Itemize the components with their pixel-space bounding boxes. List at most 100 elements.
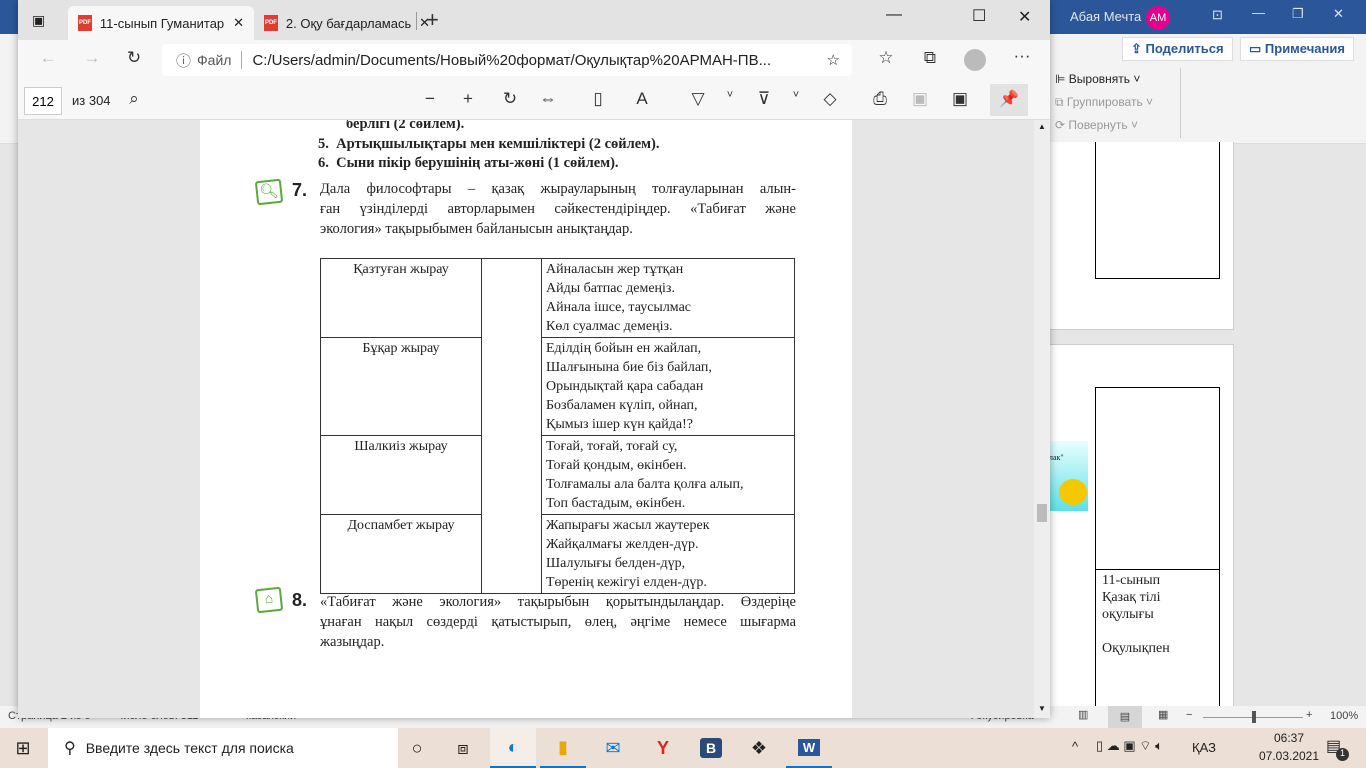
search-icon[interactable]: ⌕ — [122, 89, 146, 109]
text-line: 6. Сыни пікір берушінің аты-жөні (1 сөйл… — [318, 155, 619, 171]
word-minimize-button[interactable]: — — [1252, 5, 1265, 20]
yandex-icon[interactable]: Y — [640, 728, 686, 768]
group-button[interactable]: ⧉ Группировать ˅ — [1055, 95, 1153, 110]
verse-line: Толғамалы ала балта қолға алып, — [546, 477, 744, 492]
back-icon[interactable]: ← — [36, 48, 60, 68]
rotate-icon[interactable]: ↻ — [498, 89, 522, 109]
pdf-icon: PDF — [78, 15, 92, 31]
address-row: ← → ↻ ⓘ Файл C:/Users/admin/Documents/Но… — [18, 40, 1050, 80]
table-row: Шалкиіз жырау Тоғай, тоғай, тоғай су, Тоғ… — [320, 435, 795, 515]
table-row: Доспамбет жырау Жапырағы жасыл жаутерек Ж… — [320, 514, 795, 594]
page-view-icon[interactable]: ▯ — [586, 89, 610, 109]
text-line: «Табиғат және экология» тақырыбын қорыты… — [320, 594, 796, 610]
verse-cell: Айналасын жер тұтқан Айды батпас демеңіз.… — [541, 258, 795, 338]
system-tray-icons[interactable]: ▯ ☁ ▣ ⌔ 🔈︎ — [1096, 738, 1163, 754]
file-explorer-icon[interactable]: ▮ — [540, 728, 586, 768]
table-cell — [1095, 387, 1220, 571]
pin-toolbar-icon[interactable]: 📌 — [990, 84, 1028, 116]
tab-divider — [416, 12, 417, 30]
text-line: 5. Артықшылықтары мен кемшіліктері (2 сө… — [318, 136, 660, 152]
save-as-icon[interactable]: ▣ — [948, 89, 972, 109]
show-hidden-icons[interactable]: ^ — [1072, 739, 1078, 754]
save-icon[interactable]: ▣ — [908, 89, 932, 109]
fit-width-icon[interactable]: ⇔ — [536, 89, 560, 109]
minimize-button[interactable]: — — [886, 6, 902, 24]
maximize-button[interactable]: ☐ — [972, 6, 986, 26]
forward-icon[interactable]: → — [80, 48, 104, 68]
vk-app-icon[interactable]: B — [688, 728, 734, 768]
task-view-icon[interactable]: ⧈ — [440, 728, 486, 768]
tab-inactive[interactable]: PDF 2. Оқу бағдарламасы_ Қазақ тіл ✕ — [254, 6, 440, 40]
zoom-level[interactable]: 100% — [1330, 710, 1358, 722]
info-icon[interactable]: ⓘ — [176, 50, 191, 71]
highlight-dropdown-icon[interactable]: ˅ — [784, 89, 808, 101]
clock-time[interactable]: 06:37 — [1264, 731, 1314, 745]
zoom-out-button[interactable]: − — [1186, 709, 1192, 721]
scroll-down-icon[interactable]: ▼ — [1038, 704, 1046, 713]
author-cell: Шалкиіз жырау — [320, 435, 482, 515]
dropbox-icon[interactable]: ❖ — [736, 728, 782, 768]
web-layout-icon[interactable]: ▦ — [1158, 708, 1168, 721]
scrollbar[interactable]: ▲ ▼ — [1034, 120, 1050, 718]
profile-icon[interactable] — [964, 49, 986, 71]
ribbon-display-icon[interactable]: ⊡ — [1212, 7, 1223, 23]
verse-line: Топ бастадым, өкінбен. — [546, 496, 686, 511]
zoom-slider-thumb[interactable] — [1252, 711, 1256, 723]
zoom-in-button[interactable]: + — [1306, 709, 1312, 721]
word-taskbar-icon[interactable]: W — [786, 728, 832, 768]
text-line: жазыңдар. — [320, 634, 385, 650]
close-tab-icon[interactable]: ✕ — [233, 15, 244, 31]
page-number-input[interactable] — [24, 87, 62, 115]
zoom-in-icon[interactable]: + — [456, 89, 480, 109]
verse-line: Айналасын жер тұтқан — [546, 262, 684, 277]
align-button[interactable]: ⊫ Выровнять ˅ — [1055, 72, 1140, 86]
task-number: 8. — [292, 590, 308, 610]
clock-date[interactable]: 07.03.2021 — [1258, 749, 1320, 763]
draw-icon[interactable]: ▽ — [686, 89, 710, 109]
cell-line: Қазақ тілі — [1102, 590, 1161, 605]
add-favorite-icon[interactable]: ☆ — [827, 51, 840, 69]
author-cell: Бұқар жырау — [320, 337, 482, 436]
draw-dropdown-icon[interactable]: ˅ — [718, 89, 742, 101]
verse-line: Айнала ішсе, таусылмас — [546, 300, 691, 315]
address-url[interactable]: C:/Users/admin/Documents/Новый%20формат/… — [252, 52, 771, 69]
close-button[interactable]: ✕ — [1018, 7, 1031, 27]
read-aloud-icon[interactable]: A — [630, 89, 654, 109]
pdf-icon: PDF — [264, 15, 278, 31]
word-close-button[interactable]: ✕ — [1333, 6, 1344, 22]
rotate-button[interactable]: ⟳ Повернуть ˅ — [1055, 118, 1138, 132]
input-language[interactable]: ҚАЗ — [1192, 740, 1216, 755]
tab-label: 11-сынып Гуманитар қазақ тілі — [99, 15, 225, 31]
print-icon[interactable]: ⎙ — [868, 89, 892, 109]
more-icon[interactable]: ··· — [1010, 46, 1034, 66]
avatar[interactable]: AM — [1146, 6, 1170, 30]
print-layout-icon[interactable]: ▤ — [1108, 706, 1142, 728]
cortana-icon[interactable]: ○ — [394, 728, 440, 768]
group-label: Группировать — [1066, 95, 1143, 109]
new-tab-button[interactable]: + — [426, 7, 439, 33]
eraser-icon[interactable]: ◇ — [818, 89, 842, 109]
verse-line: Шалғынына бие біз байлап, — [546, 360, 712, 375]
taskbar-search[interactable]: ⚲ Введите здесь текст для поиска — [48, 728, 398, 768]
edge-taskbar-icon[interactable]: ◐ — [490, 728, 536, 768]
highlight-icon[interactable]: ⊽ — [752, 89, 776, 109]
word-restore-button[interactable]: ❐ — [1292, 6, 1304, 22]
verse-line: Еділдің бойын ен жайлап, — [546, 341, 702, 356]
mail-icon[interactable]: ✉ — [590, 728, 636, 768]
scroll-up-icon[interactable]: ▲ — [1038, 122, 1046, 131]
blank-match-column — [481, 258, 542, 594]
comments-button[interactable]: ▭ Примечания — [1240, 37, 1354, 61]
start-button[interactable]: ⊞ — [0, 728, 46, 768]
collections-icon[interactable]: ⧉ — [918, 48, 942, 68]
search-placeholder: Введите здесь текст для поиска — [85, 740, 294, 756]
share-button[interactable]: ⇪ Поделиться — [1122, 37, 1233, 61]
favorites-icon[interactable]: ☆ — [874, 48, 898, 68]
address-bar[interactable]: ⓘ Файл C:/Users/admin/Documents/Новый%20… — [162, 44, 852, 76]
tab-actions-icon[interactable]: ▣ — [32, 12, 45, 29]
refresh-icon[interactable]: ↻ — [122, 48, 146, 68]
scrollbar-thumb[interactable] — [1037, 504, 1047, 522]
tab-active[interactable]: PDF 11-сынып Гуманитар қазақ тілі ✕ — [68, 6, 254, 40]
address-prefix: Файл — [197, 52, 232, 68]
zoom-out-icon[interactable]: − — [418, 89, 442, 109]
read-mode-icon[interactable]: ▥ — [1078, 708, 1088, 721]
